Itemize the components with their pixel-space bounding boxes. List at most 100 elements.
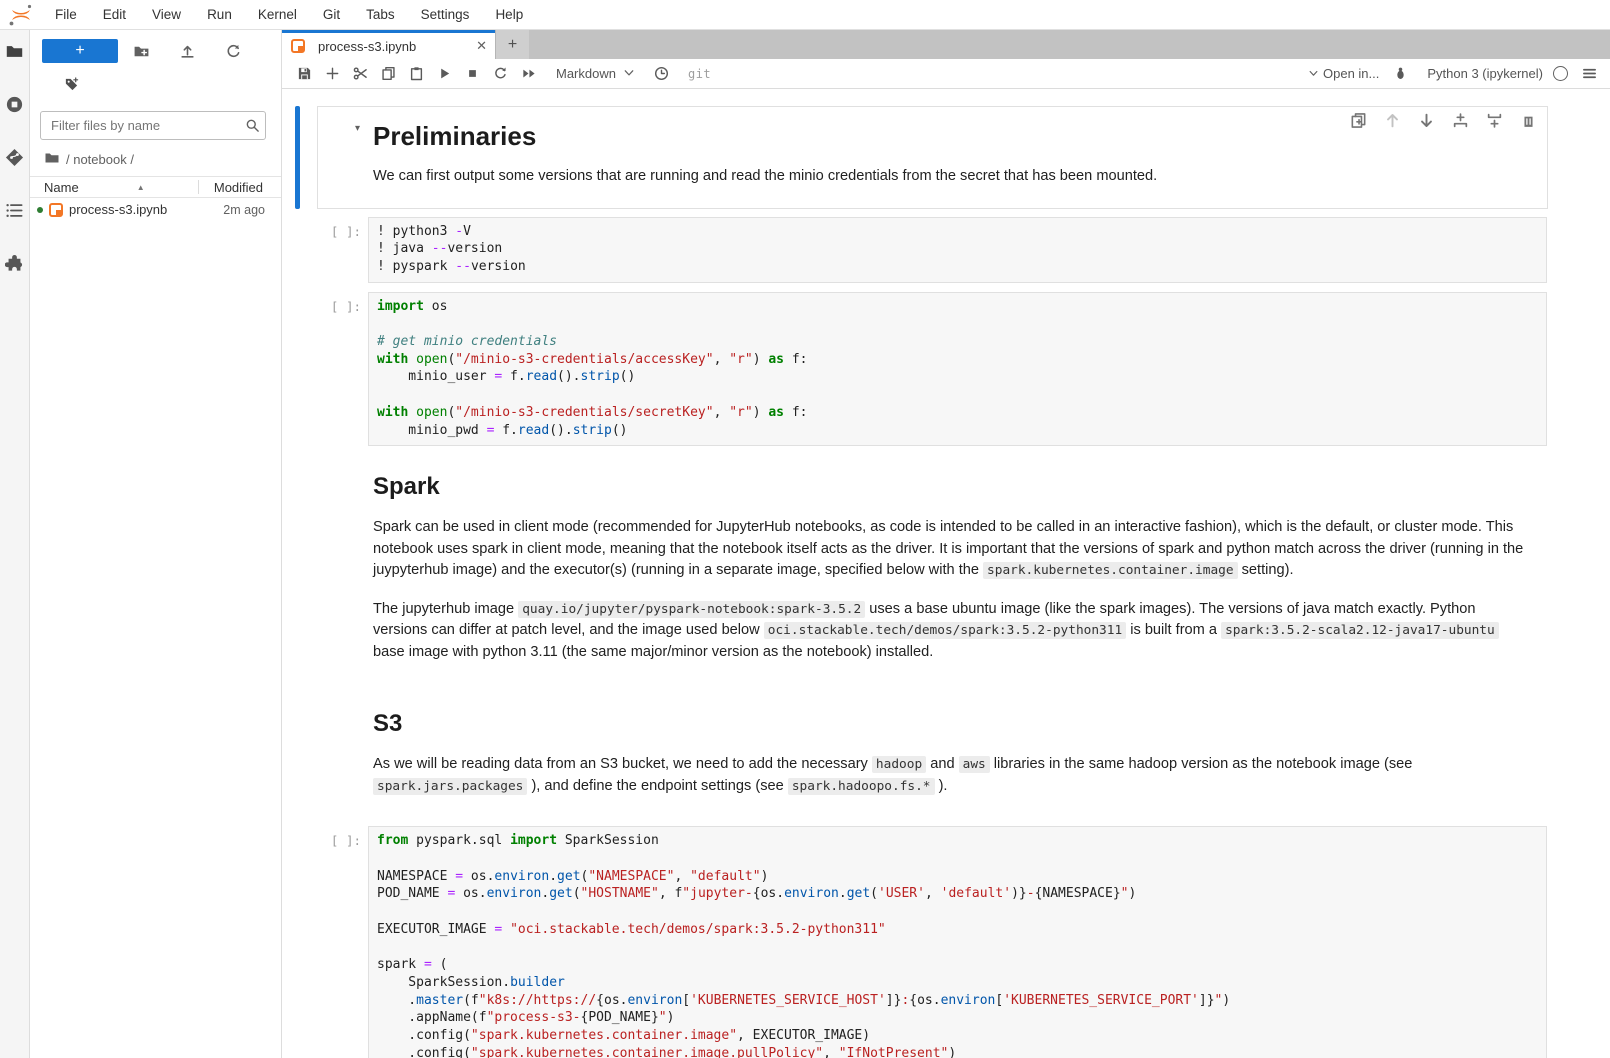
markdown-paragraph: We can first output some versions that a… [373, 166, 1533, 188]
code-editor[interactable]: from pyspark.sql import SparkSession NAM… [368, 826, 1547, 1058]
open-in-dropdown[interactable]: Open in... [1309, 66, 1379, 81]
delete-cell-icon[interactable] [1520, 112, 1537, 129]
code-line: with open("/minio-s3-credentials/accessK… [377, 351, 1538, 369]
file-modified: 2m ago [203, 203, 281, 217]
add-cell-icon[interactable] [318, 62, 346, 86]
cut-icon[interactable] [346, 62, 374, 86]
copy-icon[interactable] [374, 62, 402, 86]
code-cell[interactable]: [ ]:from pyspark.sql import SparkSession… [295, 825, 1548, 1058]
cell-type-dropdown[interactable]: Markdown [556, 66, 634, 81]
upload-icon[interactable] [164, 40, 210, 62]
code-editor[interactable]: ! python3 -V! java --version! pyspark --… [368, 217, 1547, 283]
column-header-name[interactable]: Name ▲ [30, 180, 198, 195]
move-up-icon[interactable] [1384, 112, 1401, 129]
close-icon[interactable]: ✕ [476, 38, 487, 54]
cell-selection-bar [295, 454, 300, 684]
restart-icon[interactable] [486, 62, 514, 86]
new-launcher-button[interactable]: + [42, 39, 118, 63]
cell-gutter: [ ]: [318, 217, 368, 283]
kernel-idle-circle[interactable] [1553, 66, 1568, 81]
code-line [377, 903, 1538, 921]
paste-icon[interactable] [402, 62, 430, 86]
kernel-name[interactable]: Python 3 (ipykernel) [1427, 66, 1543, 81]
refresh-icon[interactable] [210, 40, 256, 62]
activity-bar [0, 30, 30, 1058]
code-line: import os [377, 298, 1538, 316]
notebook-icon [49, 203, 63, 217]
folder-icon[interactable] [5, 42, 25, 62]
running-sessions-icon[interactable] [5, 95, 25, 115]
git-icon[interactable] [5, 148, 25, 168]
bug-icon[interactable] [1389, 62, 1411, 86]
code-line: ! python3 -V [377, 223, 1538, 241]
cell-toolbar [1350, 112, 1537, 129]
file-browser-toolbar: + [30, 30, 281, 69]
sort-asc-icon: ▲ [137, 183, 145, 192]
file-browser-panel: + / notebook / Name ▲ Modified process-s… [30, 30, 282, 1058]
extensions-icon[interactable] [5, 254, 25, 274]
insert-below-icon[interactable] [1486, 112, 1503, 129]
code-line [377, 850, 1538, 868]
menu-item-settings[interactable]: Settings [408, 0, 483, 30]
inline-code: aws [959, 756, 990, 773]
tag-plus-icon[interactable] [64, 79, 79, 96]
new-tab-button[interactable]: + [495, 30, 529, 59]
code-line: from pyspark.sql import SparkSession [377, 832, 1538, 850]
run-icon[interactable] [430, 62, 458, 86]
move-down-icon[interactable] [1418, 112, 1435, 129]
code-cell[interactable]: [ ]:! python3 -V! java --version! pyspar… [295, 216, 1548, 284]
code-cell[interactable]: [ ]:import os # get minio credentialswit… [295, 291, 1548, 448]
menu-item-run[interactable]: Run [194, 0, 245, 30]
code-editor[interactable]: import os # get minio credentialswith op… [368, 292, 1547, 447]
breadcrumb-path[interactable]: / notebook / [66, 152, 134, 167]
inline-code: spark.hadoopo.fs.* [788, 778, 935, 795]
menu-item-git[interactable]: Git [310, 0, 353, 30]
file-list-header: Name ▲ Modified [30, 176, 281, 198]
markdown-cell[interactable]: ▾PreliminariesWe can first output some v… [295, 106, 1548, 209]
clock-icon[interactable] [648, 62, 676, 86]
markdown-paragraph: Spark can be used in client mode (recomm… [373, 517, 1533, 582]
heading-collapser-icon[interactable]: ▾ [355, 123, 360, 134]
code-line: .appName(f"process-s3-{POD_NAME}") [377, 1009, 1538, 1027]
file-row[interactable]: process-s3.ipynb2m ago [30, 198, 281, 221]
cell-type-value: Markdown [556, 66, 616, 81]
cell-gutter [318, 455, 368, 683]
markdown-paragraph: As we will be reading data from an S3 bu… [373, 754, 1533, 797]
tab-process-s3[interactable]: process-s3.ipynb ✕ [282, 30, 495, 59]
code-line: minio_pwd = f.read().strip() [377, 422, 1538, 440]
run-all-icon[interactable] [514, 62, 542, 86]
markdown-paragraph: The jupyterhub image quay.io/jupyter/pys… [373, 599, 1533, 664]
menu-item-file[interactable]: File [42, 0, 90, 30]
breadcrumb[interactable]: / notebook / [30, 144, 281, 176]
menu-item-view[interactable]: View [139, 0, 194, 30]
menu-item-help[interactable]: Help [482, 0, 536, 30]
cell-selection-bar [295, 106, 300, 209]
markdown-cell[interactable]: SparkSpark can be used in client mode (r… [295, 454, 1548, 684]
file-name: process-s3.ipynb [69, 202, 203, 217]
filter-files-input[interactable] [40, 111, 266, 140]
menu-item-kernel[interactable]: Kernel [245, 0, 310, 30]
cell-gutter: [ ]: [318, 292, 368, 447]
code-line: SparkSession.builder [377, 974, 1538, 992]
table-of-contents-icon[interactable] [5, 201, 25, 221]
menu-item-edit[interactable]: Edit [90, 0, 139, 30]
save-icon[interactable] [290, 62, 318, 86]
cell-selection-bar [295, 291, 300, 448]
chevron-down-icon [1309, 66, 1318, 81]
column-header-modified[interactable]: Modified [199, 180, 281, 195]
menu-bar: FileEditViewRunKernelGitTabsSettingsHelp [0, 0, 1610, 30]
stop-icon[interactable] [458, 62, 486, 86]
inline-code: spark:3.5.2-scala2.12-java17-ubuntu [1221, 622, 1499, 639]
markdown-heading: S3 [373, 710, 1541, 738]
hamburger-icon[interactable] [1578, 62, 1600, 86]
markdown-cell[interactable]: S3 As we will be reading data from an S3 … [295, 691, 1548, 818]
code-line [377, 315, 1538, 333]
inline-code: spark.kubernetes.container.image [983, 562, 1238, 579]
tab-bar: process-s3.ipynb ✕ + [282, 30, 1610, 59]
duplicate-cell-icon[interactable] [1350, 112, 1367, 129]
new-folder-icon[interactable] [118, 40, 164, 62]
insert-above-icon[interactable] [1452, 112, 1469, 129]
code-line: .master(f"k8s://https://{os.environ['KUB… [377, 992, 1538, 1010]
menu-item-tabs[interactable]: Tabs [353, 0, 408, 30]
inline-code: oci.stackable.tech/demos/spark:3.5.2-pyt… [764, 622, 1126, 639]
